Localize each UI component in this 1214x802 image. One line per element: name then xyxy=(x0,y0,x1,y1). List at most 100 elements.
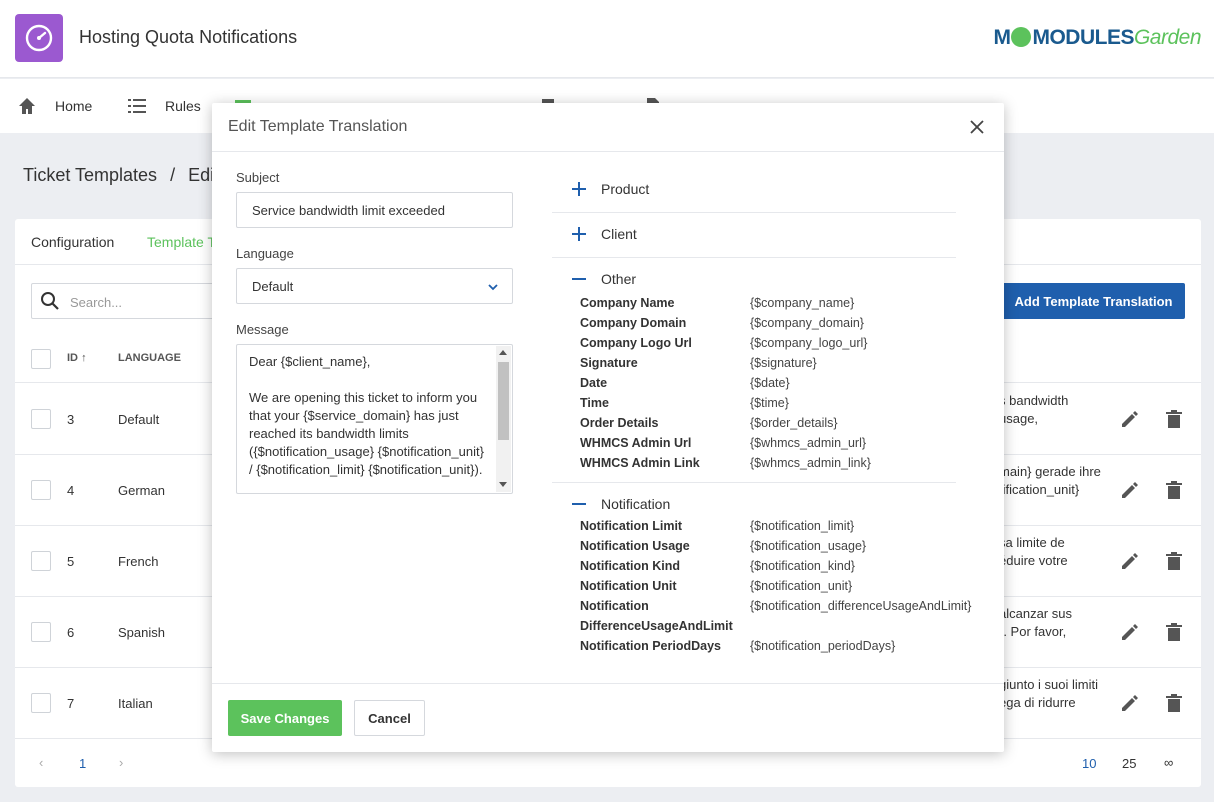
variable-code[interactable]: {$company_logo_url} xyxy=(750,333,867,353)
chevron-down-icon xyxy=(488,284,498,291)
subject-input[interactable]: Service bandwidth limit exceeded xyxy=(236,192,513,228)
delete-icon[interactable] xyxy=(1163,408,1185,430)
row-checkbox[interactable] xyxy=(31,409,51,429)
nav-item-home[interactable]: Home xyxy=(17,79,92,133)
row-id: 6 xyxy=(67,625,75,640)
plus-icon xyxy=(572,182,586,196)
variable-code[interactable]: {$time} xyxy=(750,393,789,413)
modulesgarden-logo: M MODULESGarden xyxy=(993,26,1201,49)
page-size-25[interactable]: 25 xyxy=(1122,756,1136,771)
section-header[interactable]: Notification xyxy=(552,496,670,512)
variable-name: Signature xyxy=(580,356,638,370)
top-header: Hosting Quota Notifications M MODULESGard… xyxy=(0,0,1214,78)
row-language: Italian xyxy=(118,696,153,711)
row-message-line: ega di ridurre xyxy=(999,695,1076,710)
brand-text: MODULES xyxy=(1032,26,1134,49)
section-header[interactable]: Other xyxy=(552,271,636,287)
edit-icon[interactable] xyxy=(1119,408,1141,430)
page-size-10[interactable]: 10 xyxy=(1082,756,1096,771)
row-id: 5 xyxy=(67,554,75,569)
variable-name: Notification Kind xyxy=(580,559,680,573)
modal-title: Edit Template Translation xyxy=(228,118,408,135)
variable-code[interactable]: {$notification_kind} xyxy=(750,556,855,576)
edit-icon[interactable] xyxy=(1119,621,1141,643)
add-template-translation-button[interactable]: Add Template Translation xyxy=(1002,283,1185,319)
variable-code[interactable]: {$notification_periodDays} xyxy=(750,636,895,656)
delete-icon[interactable] xyxy=(1163,479,1185,501)
message-textarea[interactable]: Dear {$client_name}, We are opening this… xyxy=(236,344,513,494)
section-title: Product xyxy=(601,181,650,197)
variable-name: Company Name xyxy=(580,296,675,310)
select-all-checkbox[interactable] xyxy=(31,349,51,369)
row-checkbox[interactable] xyxy=(31,622,51,642)
row-message-line: main} gerade ihre xyxy=(999,464,1101,479)
section-client[interactable]: Client xyxy=(552,213,956,258)
section-product[interactable]: Product xyxy=(552,167,956,213)
delete-icon[interactable] xyxy=(1163,621,1185,643)
tab-template-translations[interactable]: Template T xyxy=(147,234,216,250)
section-header[interactable]: Client xyxy=(552,226,637,242)
row-message-line: s bandwidth xyxy=(999,393,1069,408)
section-title: Other xyxy=(601,271,637,287)
breadcrumb-current: Edi xyxy=(188,165,215,185)
variable-code[interactable]: {$whmcs_admin_url} xyxy=(750,433,866,453)
column-id-label: ID xyxy=(67,352,78,364)
row-language: German xyxy=(118,483,165,498)
edit-icon[interactable] xyxy=(1119,550,1141,572)
scroll-down-arrow[interactable] xyxy=(499,482,507,487)
row-message: sa limite de éduire votre xyxy=(999,534,1109,570)
message-scrollbar[interactable] xyxy=(496,346,511,492)
nav-item-rules[interactable]: Rules xyxy=(127,79,201,133)
variable-code[interactable]: {$date} xyxy=(750,373,790,393)
column-language[interactable]: LANGUAGE xyxy=(118,352,181,364)
row-checkbox[interactable] xyxy=(31,693,51,713)
row-id: 4 xyxy=(67,483,75,498)
row-message-line: ). Por favor, xyxy=(999,624,1067,639)
row-id: 7 xyxy=(67,696,75,711)
variable-code[interactable]: {$order_details} xyxy=(750,413,838,433)
variable-code[interactable]: {$company_domain} xyxy=(750,313,864,333)
next-page-icon[interactable]: › xyxy=(119,755,123,770)
cancel-button[interactable]: Cancel xyxy=(354,700,425,736)
list-icon xyxy=(127,96,147,116)
variable-code[interactable]: {$notification_usage} xyxy=(750,536,866,556)
close-icon[interactable] xyxy=(968,118,986,136)
language-select[interactable]: Default xyxy=(236,268,513,304)
section-header[interactable]: Product xyxy=(552,181,649,197)
sort-up-icon: ↑ xyxy=(81,352,87,364)
variable-name: WHMCS Admin Url xyxy=(580,436,692,450)
delete-icon[interactable] xyxy=(1163,550,1185,572)
row-message-line: alcanzar sus xyxy=(999,606,1072,621)
variable-code[interactable]: {$notification_unit} xyxy=(750,576,852,596)
save-changes-button[interactable]: Save Changes xyxy=(228,700,342,736)
row-id: 3 xyxy=(67,412,75,427)
section-title: Client xyxy=(601,226,637,242)
prev-page-icon[interactable]: ‹ xyxy=(39,755,43,770)
row-message-line: giunto i suoi limiti xyxy=(999,677,1098,692)
modal-header: Edit Template Translation xyxy=(212,103,1004,152)
speedometer-icon xyxy=(15,14,63,62)
variable-name: WHMCS Admin Link xyxy=(580,456,700,470)
plus-icon xyxy=(572,227,586,241)
edit-icon[interactable] xyxy=(1119,479,1141,501)
variable-code[interactable]: {$signature} xyxy=(750,353,817,373)
page-number[interactable]: 1 xyxy=(79,756,86,771)
scroll-thumb[interactable] xyxy=(498,362,509,440)
variable-code[interactable]: {$whmcs_admin_link} xyxy=(750,453,871,473)
row-checkbox[interactable] xyxy=(31,480,51,500)
minus-icon xyxy=(572,497,586,511)
page-size-all[interactable]: ∞ xyxy=(1164,755,1173,770)
delete-icon[interactable] xyxy=(1163,692,1185,714)
variable-code[interactable]: {$notification_limit} xyxy=(750,516,854,536)
tab-configuration[interactable]: Configuration xyxy=(31,234,114,250)
column-id[interactable]: ID ↑ xyxy=(67,352,87,364)
variable-code[interactable]: {$company_name} xyxy=(750,293,854,313)
edit-icon[interactable] xyxy=(1119,692,1141,714)
row-message: main} gerade ihre tification_unit} xyxy=(999,463,1109,499)
breadcrumb-root[interactable]: Ticket Templates xyxy=(23,165,157,185)
variable-code[interactable]: {$notification_differenceUsageAndLimit} xyxy=(750,596,971,616)
search-input[interactable]: Search... xyxy=(31,283,231,319)
row-checkbox[interactable] xyxy=(31,551,51,571)
minus-icon xyxy=(572,272,586,286)
scroll-up-arrow[interactable] xyxy=(499,350,507,355)
